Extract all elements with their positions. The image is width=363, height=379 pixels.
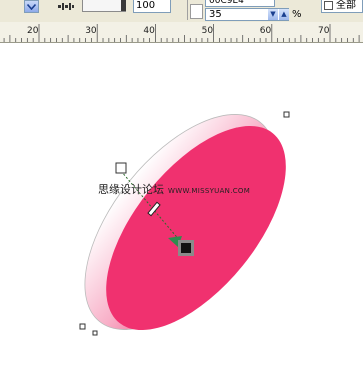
node-handle-top[interactable]	[283, 111, 290, 118]
gradient-end-handle-inner	[181, 243, 191, 253]
watermark: 思缘设计论坛 WWW.MISSYUAN.COM	[98, 181, 250, 197]
gradient-start-handle[interactable]	[115, 162, 127, 174]
node-handle-bottom[interactable]	[79, 323, 86, 330]
watermark-url: WWW.MISSYUAN.COM	[168, 187, 251, 195]
node-handle-bottom-2[interactable]	[92, 330, 98, 336]
watermark-text: 思缘设计论坛	[98, 183, 164, 196]
